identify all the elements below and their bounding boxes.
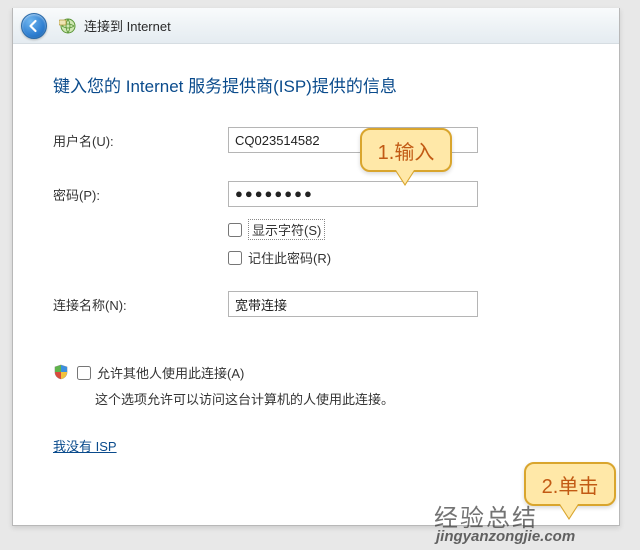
password-label: 密码(P): <box>53 185 228 204</box>
remember-label: 记住此密码(R) <box>248 248 331 267</box>
username-label: 用户名(U): <box>53 131 228 150</box>
show-chars-label: 显示字符(S) <box>248 219 325 240</box>
wizard-window: 连接到 Internet 键入您的 Internet 服务提供商(ISP)提供的… <box>12 8 620 526</box>
allow-others-checkbox[interactable] <box>77 366 91 380</box>
no-isp-link[interactable]: 我没有 ISP <box>53 436 117 455</box>
password-input[interactable]: ●●●●●●●● <box>228 181 478 207</box>
watermark-url: jingyanzongjie.com <box>436 528 575 545</box>
callout-click-text: 2.单击 <box>542 470 599 499</box>
content-area: 键入您的 Internet 服务提供商(ISP)提供的信息 用户名(U): 密码… <box>13 44 619 466</box>
shield-icon <box>53 364 69 385</box>
connection-name-input[interactable] <box>228 291 478 317</box>
allow-others-desc: 这个选项允许可以访问这台计算机的人使用此连接。 <box>95 389 579 408</box>
callout-input: 1.输入 <box>360 128 452 172</box>
titlebar: 连接到 Internet <box>13 8 619 44</box>
remember-row: 记住此密码(R) <box>228 248 579 267</box>
connection-name-label: 连接名称(N): <box>53 295 228 314</box>
remember-checkbox[interactable] <box>228 251 242 265</box>
back-button[interactable] <box>21 13 47 39</box>
window-title: 连接到 Internet <box>84 16 171 35</box>
back-arrow-icon <box>27 19 41 33</box>
page-heading: 键入您的 Internet 服务提供商(ISP)提供的信息 <box>53 72 579 97</box>
callout-input-text: 1.输入 <box>378 136 435 165</box>
globe-icon <box>59 17 77 35</box>
allow-others-row: 允许其他人使用此连接(A) <box>53 363 579 385</box>
show-chars-checkbox[interactable] <box>228 223 242 237</box>
allow-others-label: 允许其他人使用此连接(A) <box>97 363 244 382</box>
show-chars-row: 显示字符(S) <box>228 219 579 240</box>
callout-click: 2.单击 <box>524 462 616 506</box>
